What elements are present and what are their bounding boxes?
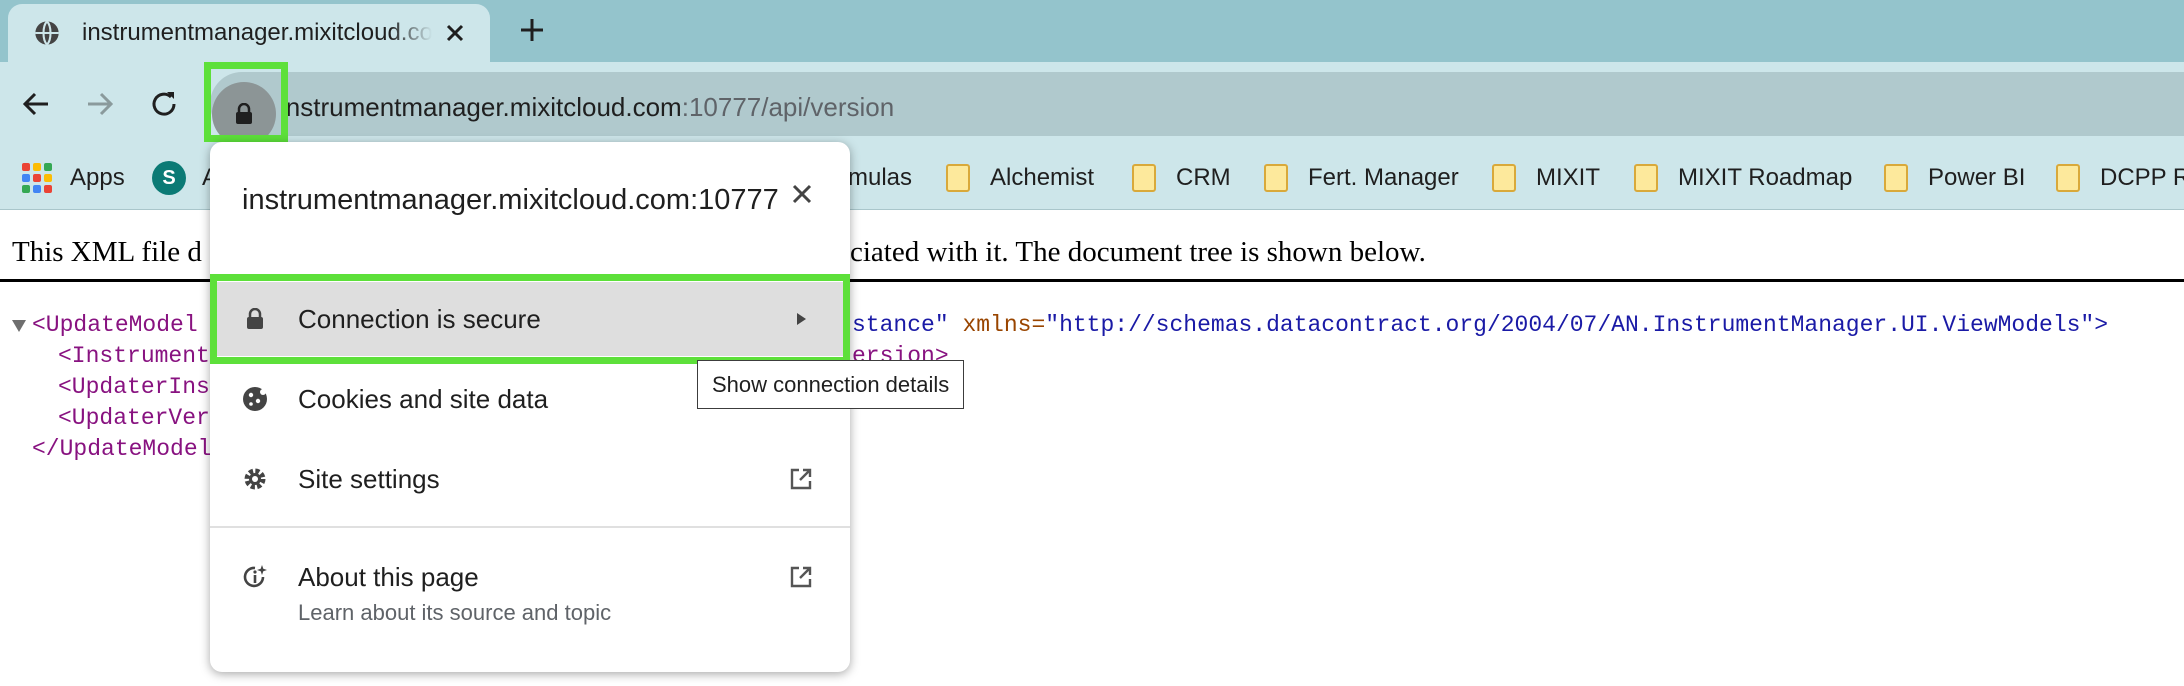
about-page-subtitle: Learn about its source and topic <box>298 600 612 625</box>
info-sparkle-icon <box>240 562 270 592</box>
bookmark-label: DCPP Ru <box>2100 164 2184 191</box>
popup-divider <box>210 526 850 528</box>
xml-child-updater-ver: <UpdaterVer <box>58 405 210 431</box>
tooltip: Show connection details <box>697 360 965 409</box>
folder-icon <box>1634 164 1658 192</box>
folder-icon <box>1884 164 1908 192</box>
bookmark-label: Power BI <box>1928 164 2026 191</box>
xml-info-text-left: This XML file d <box>12 236 202 268</box>
sharepoint-icon: S <box>152 161 186 195</box>
bookmark-label: Fert. Manager <box>1308 164 1459 191</box>
xml-root-close: </UpdateModel <box>32 436 212 462</box>
xml-info-text-right: ciated with it. The document tree is sho… <box>850 236 1426 268</box>
site-settings-label: Site settings <box>298 463 440 494</box>
bookmark-alchemist[interactable]: Alchemist <box>946 160 1094 196</box>
address-host: instrumentmanager.mixitcloud.com <box>280 92 682 122</box>
bookmark-formulas[interactable]: mulas <box>848 160 912 196</box>
toolbar: instrumentmanager.mixitcloud.com:10777/a… <box>0 62 2184 146</box>
external-link-icon <box>786 464 816 494</box>
cookies-label: Cookies and site data <box>298 383 549 414</box>
site-settings-row[interactable]: Site settings <box>210 442 850 516</box>
globe-icon <box>32 18 62 48</box>
folder-icon <box>2056 164 2080 192</box>
bookmark-label: CRM <box>1176 164 1231 191</box>
folder-icon <box>1132 164 1156 192</box>
xml-xmlns-value: "http://schemas.datacontract.org/2004/07… <box>1045 312 2109 338</box>
xml-root-attrs: stance" xmlns="http://schemas.datacontra… <box>852 312 2108 338</box>
popup-host: instrumentmanager.mixitcloud.com:10777 <box>242 184 779 216</box>
lock-highlight <box>204 62 288 142</box>
bookmark-label: mulas <box>848 164 913 191</box>
collapse-triangle-icon[interactable] <box>12 320 26 332</box>
gear-icon <box>240 464 270 494</box>
bookmark-fert-manager[interactable]: Fert. Manager <box>1264 160 1459 196</box>
bookmark-dcpp[interactable]: DCPP Ru <box>2056 160 2184 196</box>
xml-root-open: <UpdateModel <box>32 312 198 338</box>
bookmark-mixit-roadmap[interactable]: MIXIT Roadmap <box>1634 160 1852 196</box>
folder-icon <box>1264 164 1288 192</box>
address-path: :10777/api/version <box>681 92 895 122</box>
folder-icon <box>946 164 970 192</box>
bookmark-apps[interactable]: Apps <box>22 160 125 196</box>
xml-child-updater-ins: <UpdaterIns <box>58 374 210 400</box>
bookmark-label: Alchemist <box>990 164 1095 191</box>
folder-icon <box>1492 164 1516 192</box>
forward-icon[interactable] <box>78 82 122 126</box>
bookmark-mixit[interactable]: MIXIT <box>1492 160 1600 196</box>
reload-icon[interactable] <box>142 82 186 126</box>
bookmark-power-bi[interactable]: Power BI <box>1884 160 2025 196</box>
bookmark-label: MIXIT Roadmap <box>1678 164 1853 191</box>
tab-strip: instrumentmanager.mixitcloud.com:10777/a… <box>0 0 2184 62</box>
xml-attr-tail: stance" <box>852 312 949 338</box>
external-link-icon <box>786 562 816 592</box>
bookmark-crm[interactable]: CRM <box>1132 160 1231 196</box>
back-icon[interactable] <box>14 82 58 126</box>
new-tab-icon[interactable] <box>514 12 550 48</box>
xml-xmlns-name: xmlns= <box>962 312 1046 338</box>
address-url[interactable]: instrumentmanager.mixitcloud.com:10777/a… <box>280 92 894 123</box>
apps-icon <box>22 163 52 193</box>
tab-title: instrumentmanager.mixitcloud.com:10777/a… <box>82 19 432 46</box>
bookmark-sharepoint[interactable]: S A <box>152 160 218 196</box>
close-icon[interactable] <box>784 176 820 212</box>
xml-child-instrument: <Instrument <box>58 343 210 369</box>
bookmark-label: Apps <box>70 164 125 191</box>
browser-tab[interactable]: instrumentmanager.mixitcloud.com:10777/a… <box>8 4 490 62</box>
bookmark-label: MIXIT <box>1536 164 1600 191</box>
about-page-label: About this page <box>298 561 479 592</box>
cookie-icon <box>240 384 270 414</box>
tab-close-icon[interactable] <box>440 18 470 48</box>
connection-highlight <box>210 274 850 364</box>
